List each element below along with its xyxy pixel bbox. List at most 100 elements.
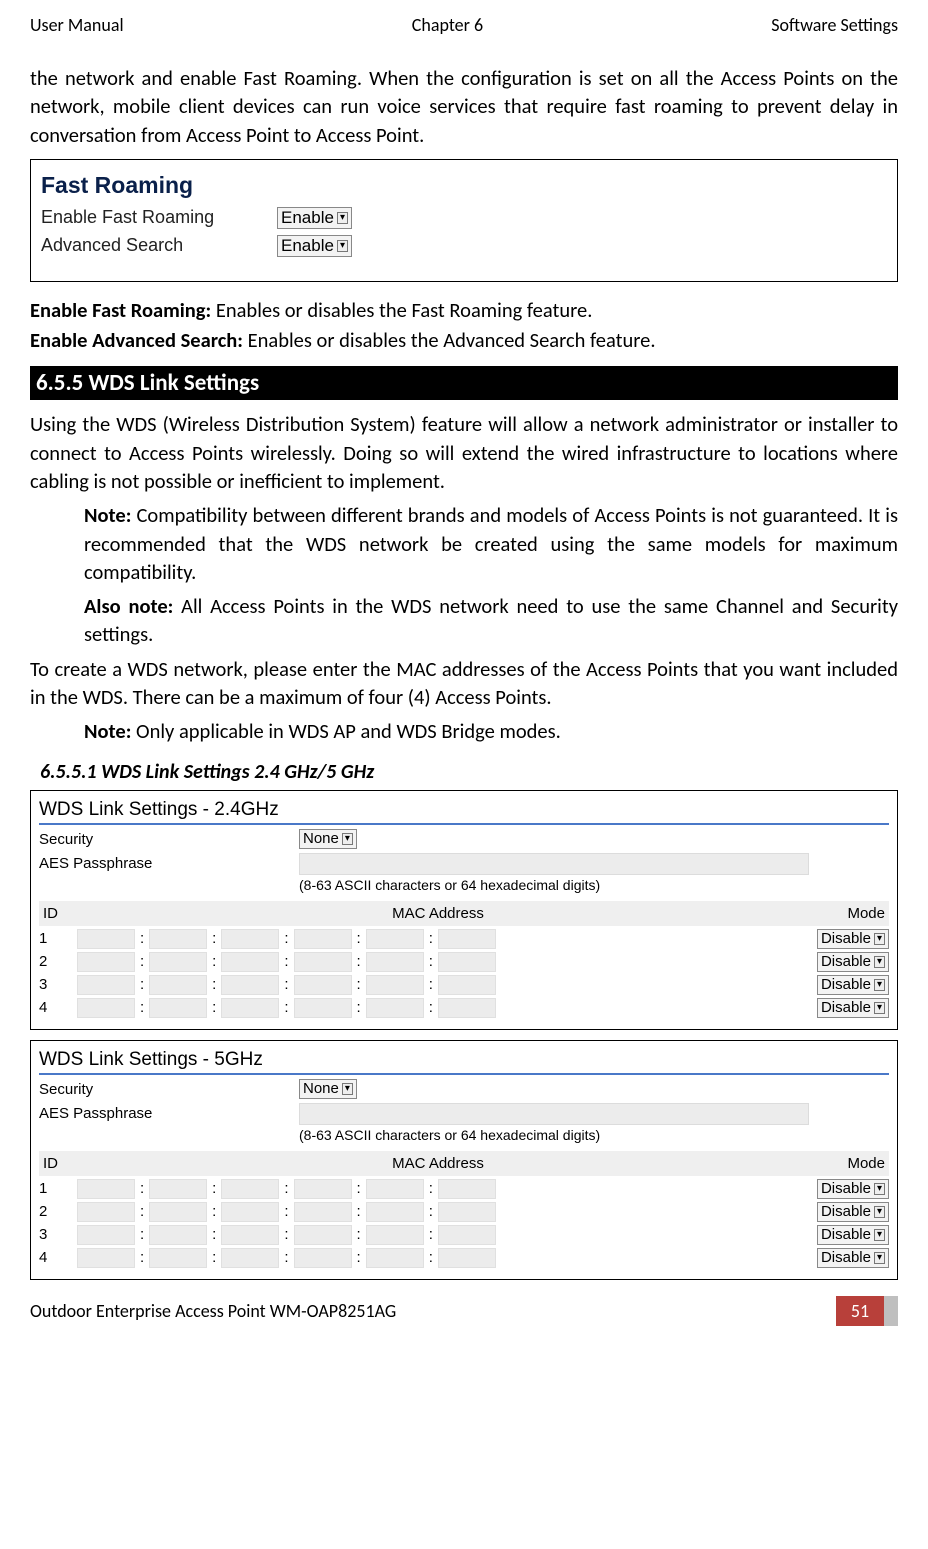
wds-5ghz-panel: WDS Link Settings - 5GHz Security None ▾… [30,1040,898,1280]
mac-octet-input[interactable] [149,952,207,972]
advanced-search-label: Advanced Search [41,235,277,256]
mac-octet-input[interactable] [438,1248,496,1268]
mac-octet-input[interactable] [149,1225,207,1245]
mac-octet-input[interactable] [77,1248,135,1268]
mac-octet-input[interactable] [149,975,207,995]
enable-fast-roaming-label: Enable Fast Roaming [41,207,277,228]
chevron-down-icon: ▾ [342,1083,353,1095]
mac-octet-input[interactable] [366,1225,424,1245]
mac-octet-input[interactable] [366,998,424,1018]
mac-octet-input[interactable] [366,1179,424,1199]
page-footer: Outdoor Enterprise Access Point WM-OAP82… [30,1296,898,1326]
mac-address-cell: ::::: [77,1202,496,1222]
wds-entry-id: 1 [39,1180,77,1197]
wds-24-title: WDS Link Settings - 2.4GHz [39,799,889,821]
mac-octet-input[interactable] [77,1179,135,1199]
wds-entry-id: 2 [39,1203,77,1220]
note3-bold: Note: [84,718,131,744]
wds-mode-value: Disable [821,1226,871,1243]
mac-octet-input[interactable] [294,975,352,995]
mac-separator: : [137,976,147,993]
mac-separator: : [281,976,291,993]
wds-mode-select[interactable]: Disable▾ [817,975,889,995]
wds-mode-select[interactable]: Disable▾ [817,952,889,972]
mac-octet-input[interactable] [294,998,352,1018]
mac-octet-input[interactable] [149,929,207,949]
mac-octet-input[interactable] [77,929,135,949]
col-mode: Mode [795,1155,885,1172]
mac-octet-input[interactable] [366,929,424,949]
wds-24-security-label: Security [39,829,299,848]
mac-octet-input[interactable] [149,1248,207,1268]
mac-octet-input[interactable] [438,929,496,949]
mac-octet-input[interactable] [294,1248,352,1268]
mac-separator: : [426,1203,436,1220]
chevron-down-icon: ▾ [874,1002,885,1014]
mac-octet-input[interactable] [77,975,135,995]
mac-octet-input[interactable] [366,975,424,995]
mac-octet-input[interactable] [77,1202,135,1222]
wds-mode-select[interactable]: Disable▾ [817,998,889,1018]
mac-octet-input[interactable] [221,1202,279,1222]
mac-octet-input[interactable] [366,1202,424,1222]
mac-address-cell: ::::: [77,929,496,949]
wds-mode-select[interactable]: Disable▾ [817,1225,889,1245]
wds-mode-select[interactable]: Disable▾ [817,1202,889,1222]
mac-separator: : [209,1203,219,1220]
mac-octet-input[interactable] [294,1202,352,1222]
mac-separator: : [137,1226,147,1243]
mac-octet-input[interactable] [294,1179,352,1199]
mac-octet-input[interactable] [149,1179,207,1199]
note2-bold: Also note: [84,593,173,619]
mac-octet-input[interactable] [221,975,279,995]
wds-entry-id: 3 [39,1226,77,1243]
mac-octet-input[interactable] [438,1202,496,1222]
mac-octet-input[interactable] [438,952,496,972]
mac-octet-input[interactable] [77,1225,135,1245]
wds-24-security-select[interactable]: None ▾ [299,829,357,849]
enable-fast-roaming-select[interactable]: Enable ▾ [277,207,352,229]
mac-octet-input[interactable] [221,998,279,1018]
wds-5-title: WDS Link Settings - 5GHz [39,1049,889,1071]
mac-octet-input[interactable] [149,1202,207,1222]
mac-octet-input[interactable] [366,1248,424,1268]
mac-octet-input[interactable] [221,952,279,972]
col-mode: Mode [795,905,885,922]
wds-mode-select[interactable]: Disable▾ [817,1179,889,1199]
wds-5-aes-input[interactable] [299,1103,809,1125]
mac-octet-input[interactable] [221,1248,279,1268]
header-right: Software Settings [771,14,898,36]
mac-octet-input[interactable] [438,975,496,995]
wds-mode-value: Disable [821,999,871,1016]
mac-octet-input[interactable] [438,1179,496,1199]
mac-octet-input[interactable] [149,998,207,1018]
wds-mode-value: Disable [821,1203,871,1220]
wds-24-aes-input[interactable] [299,853,809,875]
mac-separator: : [209,999,219,1016]
header-center: Chapter 6 [412,14,483,36]
mac-octet-input[interactable] [366,952,424,972]
mac-octet-input[interactable] [77,998,135,1018]
mac-separator: : [137,999,147,1016]
wds-24-security-value: None [303,830,339,847]
mac-octet-input[interactable] [438,998,496,1018]
mac-octet-input[interactable] [221,1225,279,1245]
wds-mode-select[interactable]: Disable▾ [817,929,889,949]
advanced-search-select[interactable]: Enable ▾ [277,235,352,257]
mac-octet-input[interactable] [294,952,352,972]
wds-mode-value: Disable [821,930,871,947]
mac-octet-input[interactable] [221,1179,279,1199]
wds-mode-select[interactable]: Disable▾ [817,1248,889,1268]
mac-octet-input[interactable] [221,929,279,949]
header-left: User Manual [30,14,124,36]
mac-address-cell: ::::: [77,1248,496,1268]
chevron-down-icon: ▾ [342,833,353,845]
wds-5-security-select[interactable]: None ▾ [299,1079,357,1099]
wds-5-security-value: None [303,1080,339,1097]
mac-address-cell: ::::: [77,1179,496,1199]
mac-octet-input[interactable] [294,929,352,949]
note1-text: Compatibility between different brands a… [84,502,898,585]
mac-octet-input[interactable] [77,952,135,972]
mac-octet-input[interactable] [438,1225,496,1245]
mac-octet-input[interactable] [294,1225,352,1245]
